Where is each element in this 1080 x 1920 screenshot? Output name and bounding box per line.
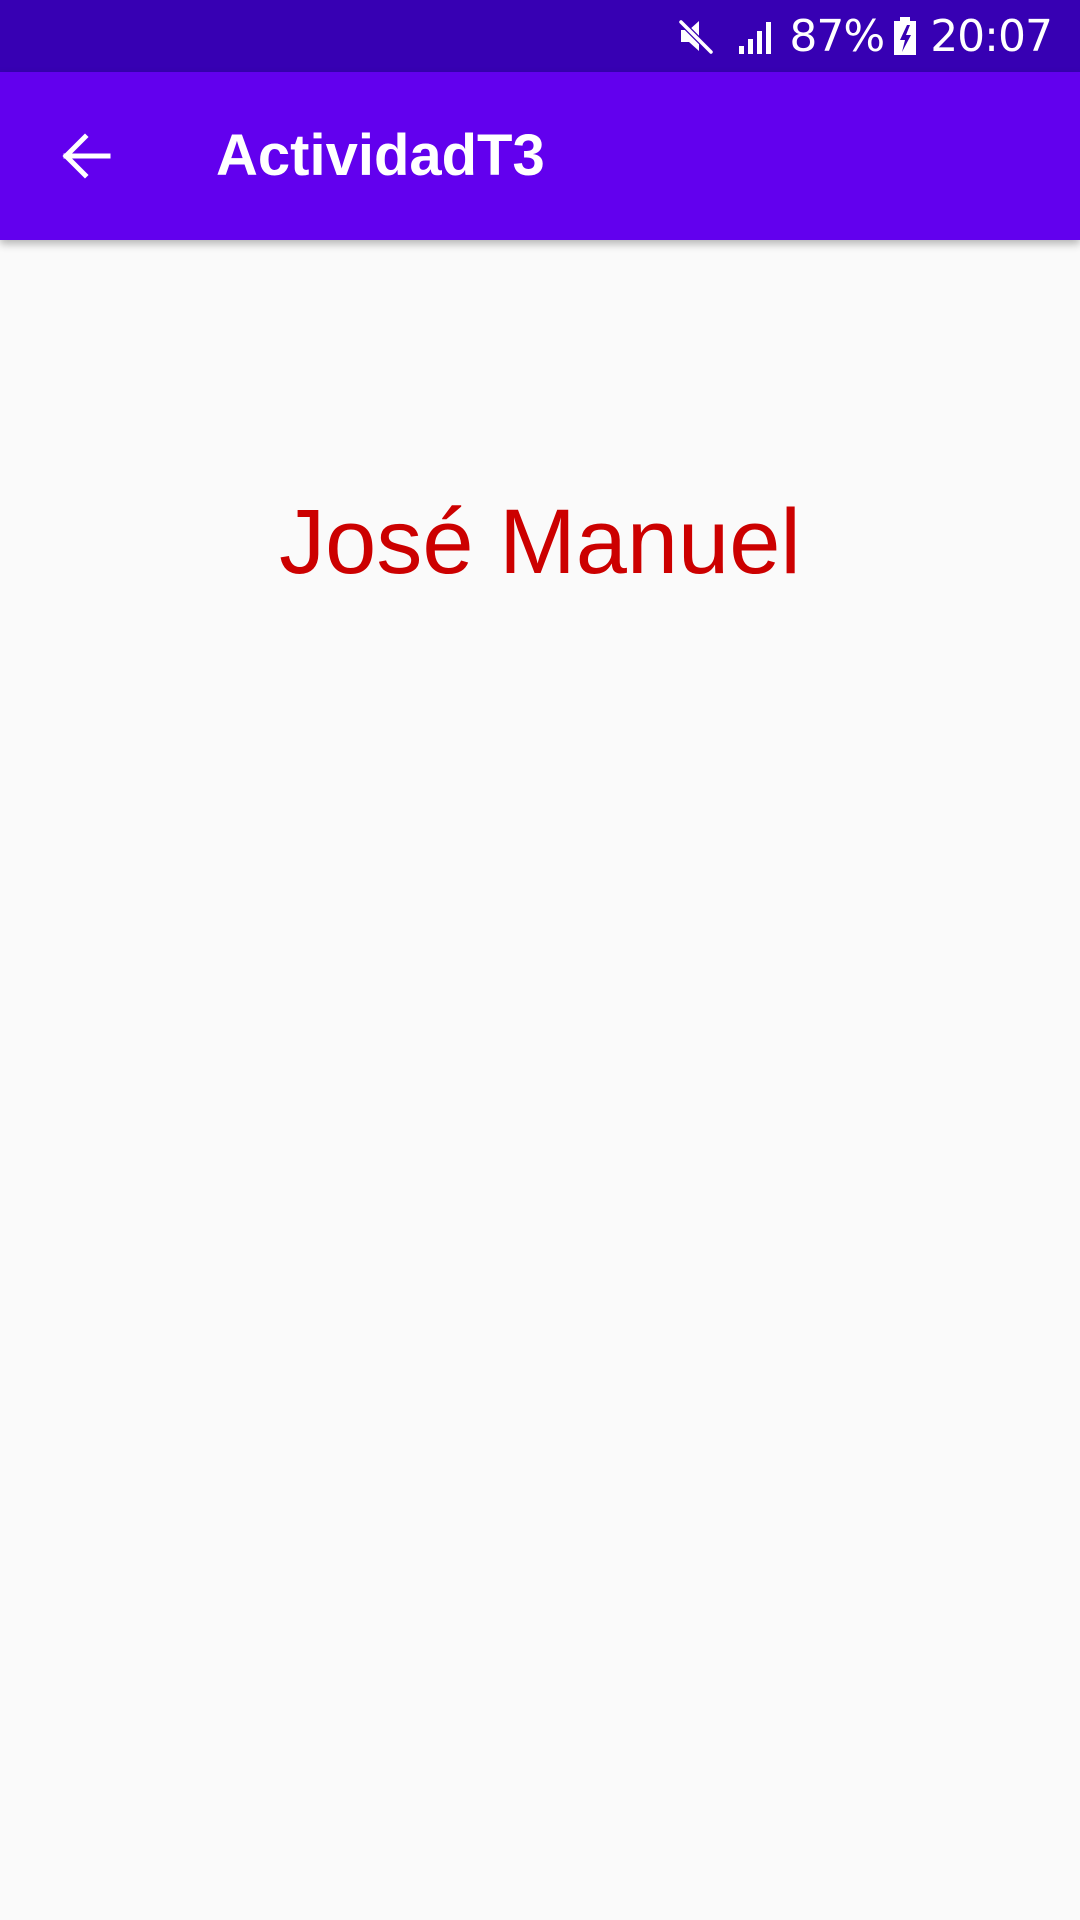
battery-charging-icon (892, 14, 918, 58)
screen: 87% 20:07 ActividadT3 José Manuel (0, 0, 1080, 1920)
status-bar: 87% 20:07 (0, 0, 1080, 72)
app-bar: ActividadT3 (0, 72, 1080, 240)
name-text: José Manuel (279, 491, 801, 593)
back-button[interactable] (42, 112, 130, 200)
arrow-back-icon (62, 133, 111, 179)
status-icons: 87% 20:07 (675, 0, 1053, 72)
mute-icon (675, 14, 719, 58)
signal-icon (735, 14, 779, 58)
status-time: 20:07 (930, 10, 1053, 62)
content-area: José Manuel (0, 240, 1080, 1920)
battery-percent: 87% (789, 10, 885, 62)
app-title: ActividadT3 (216, 123, 545, 188)
